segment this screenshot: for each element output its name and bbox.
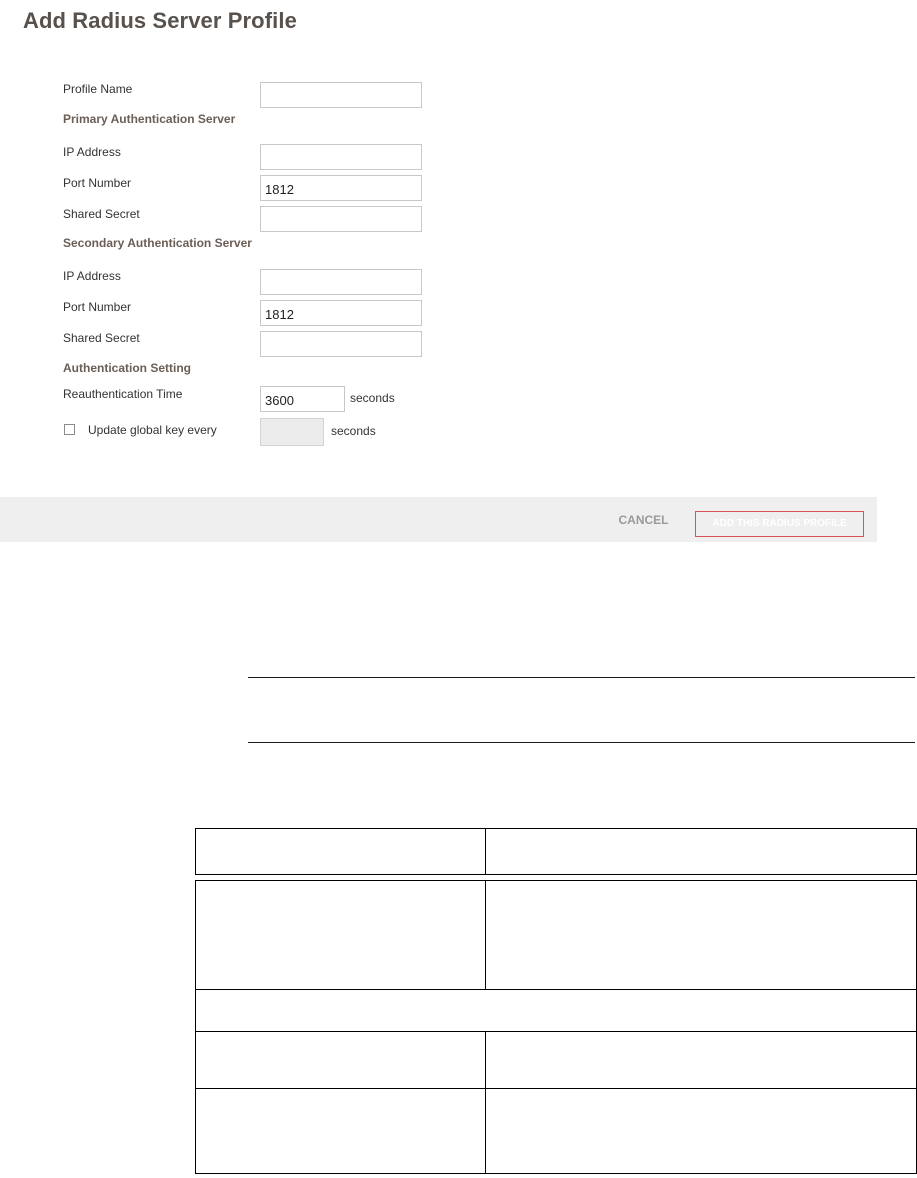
add-radius-profile-button[interactable]: ADD THIS RADIUS PROFILE <box>695 511 864 537</box>
reauthentication-time-input[interactable] <box>260 386 345 412</box>
table-cell-row3-col2 <box>485 1031 917 1089</box>
secondary-ip-address-label: IP Address <box>63 269 121 283</box>
primary-shared-secret-input[interactable] <box>260 206 422 232</box>
table-header-cell-1 <box>195 828 486 875</box>
primary-port-number-input[interactable] <box>260 175 422 201</box>
secondary-port-number-label: Port Number <box>63 300 132 314</box>
primary-ip-address-input[interactable] <box>260 144 422 170</box>
empty-document-table <box>195 828 917 1174</box>
table-section-row <box>195 989 917 1032</box>
reauthentication-time-unit: seconds <box>350 391 395 405</box>
table-cell-row1-col2 <box>485 880 917 990</box>
bottom-divider-line <box>248 742 915 743</box>
profile-name-label: Profile Name <box>63 82 133 96</box>
primary-port-number-label: Port Number <box>63 176 132 190</box>
primary-server-heading: Primary Authentication Server <box>63 112 236 126</box>
reauthentication-time-label: Reauthentication Time <box>63 387 183 401</box>
table-header-cell-2 <box>485 828 917 875</box>
secondary-shared-secret-label: Shared Secret <box>63 331 140 345</box>
secondary-port-number-input[interactable] <box>260 300 422 326</box>
profile-name-input[interactable] <box>260 82 422 108</box>
secondary-shared-secret-input[interactable] <box>260 331 422 357</box>
update-global-key-label: Update global key every <box>88 423 217 437</box>
primary-ip-address-label: IP Address <box>63 145 121 159</box>
cancel-button[interactable]: CANCEL <box>607 510 680 530</box>
table-cell-row4-col1 <box>195 1088 486 1174</box>
footer-action-bar: CANCEL ADD THIS RADIUS PROFILE <box>0 497 877 542</box>
secondary-server-heading: Secondary Authentication Server <box>63 236 252 250</box>
top-divider-line <box>248 677 915 678</box>
authentication-setting-heading: Authentication Setting <box>63 361 191 375</box>
update-global-key-checkbox[interactable] <box>64 424 75 435</box>
page-title: Add Radius Server Profile <box>23 8 297 33</box>
table-cell-row3-col1 <box>195 1031 486 1089</box>
primary-shared-secret-label: Shared Secret <box>63 207 140 221</box>
secondary-ip-address-input[interactable] <box>260 269 422 295</box>
update-global-key-input <box>260 418 324 446</box>
update-global-key-unit: seconds <box>331 424 376 438</box>
table-cell-row4-col2 <box>485 1088 917 1174</box>
table-cell-row1-col1 <box>195 880 486 990</box>
